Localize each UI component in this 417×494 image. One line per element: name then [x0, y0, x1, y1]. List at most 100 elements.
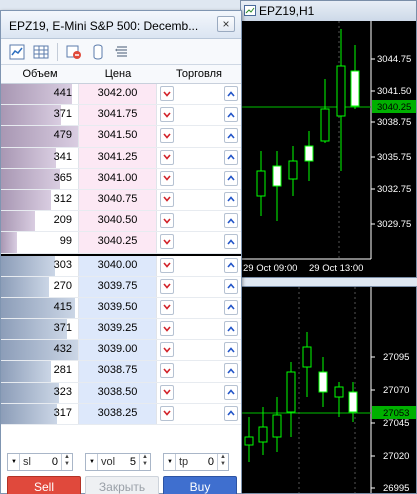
sell-button[interactable]: Sell	[7, 476, 81, 494]
buy-limit-chevron-up-icon[interactable]	[224, 321, 238, 337]
volume-bar	[1, 403, 58, 424]
price-tick-label: 27095	[383, 352, 409, 363]
tp-decrement-icon[interactable]: ▼	[165, 454, 176, 470]
buy-limit-chevron-up-icon[interactable]	[224, 363, 238, 379]
buy-limit-chevron-up-icon[interactable]	[224, 86, 238, 101]
buy-limit-chevron-up-icon[interactable]	[224, 384, 238, 400]
ask-row: 209 3040.50	[1, 211, 241, 233]
sell-limit-chevron-down-icon[interactable]	[160, 128, 174, 144]
volume-value: 99	[59, 235, 72, 248]
price-cell[interactable]: 3039.00	[79, 340, 157, 361]
sell-limit-chevron-down-icon[interactable]	[160, 213, 174, 229]
sell-limit-chevron-down-icon[interactable]	[160, 86, 174, 101]
volume-field[interactable]: ▼ vol 5 ▲ ▼	[85, 453, 151, 471]
candle-body	[244, 436, 254, 446]
sell-limit-chevron-down-icon[interactable]	[160, 149, 174, 165]
sl-value[interactable]: 0	[39, 456, 61, 468]
price-cell[interactable]: 3042.00	[79, 84, 157, 105]
bid-row: 371 3039.25	[1, 319, 241, 341]
candle-body	[286, 371, 296, 413]
close-position-button[interactable]: Закрыть	[85, 476, 159, 494]
dom-column-headers: Объем Цена Торговля	[1, 65, 241, 84]
sl-decrement-icon[interactable]: ▼	[9, 454, 20, 470]
sell-limit-chevron-down-icon[interactable]	[160, 257, 174, 273]
vol-value[interactable]: 5	[117, 456, 139, 468]
chart-window-epz19[interactable]: EPZ19,H1 3044.75 3041.50 3038.75 3035.75 303…	[240, 0, 417, 278]
volume-cell: 281	[1, 361, 79, 382]
volume-value: 323	[53, 385, 72, 398]
volume-cell: 371	[1, 105, 79, 126]
ask-row: 341 3041.25	[1, 147, 241, 169]
sell-limit-chevron-down-icon[interactable]	[160, 384, 174, 400]
volume-value: 441	[53, 87, 72, 99]
price-cell[interactable]: 3038.25	[79, 403, 157, 424]
sell-limit-chevron-down-icon[interactable]	[160, 363, 174, 379]
vol-decrement-icon[interactable]: ▼	[87, 454, 98, 470]
table-icon[interactable]	[31, 42, 51, 62]
volume-bar	[1, 232, 18, 253]
price-cell[interactable]: 3038.75	[79, 361, 157, 382]
refresh-icon[interactable]	[64, 42, 84, 62]
buy-limit-chevron-up-icon[interactable]	[224, 213, 238, 229]
price-cell[interactable]: 3041.75	[79, 105, 157, 126]
sell-limit-chevron-down-icon[interactable]	[160, 321, 174, 337]
buy-limit-chevron-up-icon[interactable]	[224, 257, 238, 273]
buy-limit-chevron-up-icon[interactable]	[224, 128, 238, 144]
buy-limit-chevron-up-icon[interactable]	[224, 405, 238, 421]
vol-stepper-icon[interactable]: ▲ ▼	[139, 454, 150, 470]
sell-limit-chevron-down-icon[interactable]	[160, 191, 174, 207]
take-profit-field[interactable]: ▼ tp 0 ▲ ▼	[163, 453, 229, 471]
price-cell[interactable]: 3041.00	[79, 168, 157, 189]
chart-icon[interactable]	[7, 42, 27, 62]
sell-limit-chevron-down-icon[interactable]	[160, 342, 174, 358]
sell-limit-chevron-down-icon[interactable]	[160, 107, 174, 123]
bid-row: 303 3040.00	[1, 255, 241, 277]
cylinder-icon[interactable]	[88, 42, 108, 62]
trade-cell	[157, 361, 241, 381]
list-icon[interactable]	[112, 42, 132, 62]
sell-limit-chevron-down-icon[interactable]	[160, 405, 174, 421]
buy-limit-chevron-up-icon[interactable]	[224, 191, 238, 207]
price-cell[interactable]: 3038.50	[79, 382, 157, 403]
trade-cell	[157, 126, 241, 146]
price-cell[interactable]: 3040.25	[79, 232, 157, 253]
volume-value: 317	[53, 406, 72, 419]
buy-limit-chevron-up-icon[interactable]	[224, 234, 238, 250]
buy-limit-chevron-up-icon[interactable]	[224, 299, 238, 315]
buy-limit-chevron-up-icon[interactable]	[224, 107, 238, 123]
tp-stepper-icon[interactable]: ▲ ▼	[217, 454, 228, 470]
buy-limit-chevron-up-icon[interactable]	[224, 170, 238, 186]
sell-limit-chevron-down-icon[interactable]	[160, 170, 174, 186]
price-cell[interactable]: 3040.75	[79, 189, 157, 211]
price-cell[interactable]: 3039.75	[79, 276, 157, 297]
sl-stepper-icon[interactable]: ▲ ▼	[61, 454, 72, 470]
chart1-canvas[interactable]: 3044.75 3041.50 3038.75 3035.75 3032.75 3029.…	[241, 21, 417, 278]
buy-button[interactable]: Buy	[163, 476, 237, 494]
candle-body	[304, 145, 314, 162]
tp-value[interactable]: 0	[195, 456, 217, 468]
volume-value: 341	[53, 150, 72, 163]
price-cell[interactable]: 3040.00	[79, 255, 157, 276]
buy-limit-chevron-up-icon[interactable]	[224, 342, 238, 358]
price-cell[interactable]: 3041.50	[79, 126, 157, 147]
price-cell[interactable]: 3039.25	[79, 319, 157, 340]
buy-limit-chevron-up-icon[interactable]	[224, 149, 238, 165]
trade-cell	[157, 190, 241, 210]
sell-limit-chevron-down-icon[interactable]	[160, 278, 174, 294]
dom-title-bar: EPZ19, E-Mini S&P 500: Decemb... ×	[1, 11, 241, 39]
sell-limit-chevron-down-icon[interactable]	[160, 234, 174, 250]
chart-window-2[interactable]: 27095 27070 27045 27020 26995 27053	[240, 286, 417, 494]
buy-limit-chevron-up-icon[interactable]	[224, 278, 238, 294]
close-window-button[interactable]: ×	[217, 16, 235, 32]
sell-limit-chevron-down-icon[interactable]	[160, 299, 174, 315]
bid-row: 432 3039.00	[1, 340, 241, 362]
price-cell[interactable]: 3040.50	[79, 211, 157, 232]
volume-bar	[1, 211, 35, 232]
price-cell[interactable]: 3041.25	[79, 147, 157, 168]
price-cell[interactable]: 3039.50	[79, 297, 157, 319]
chart2-canvas[interactable]: 27095 27070 27045 27020 26995 27053	[241, 287, 417, 494]
stop-loss-field[interactable]: ▼ sl 0 ▲ ▼	[7, 453, 73, 471]
time-tick-label: 29 Oct 13:00	[309, 263, 363, 274]
chart-title-text: EPZ19,H1	[259, 4, 315, 18]
bid-row: 270 3039.75	[1, 276, 241, 298]
